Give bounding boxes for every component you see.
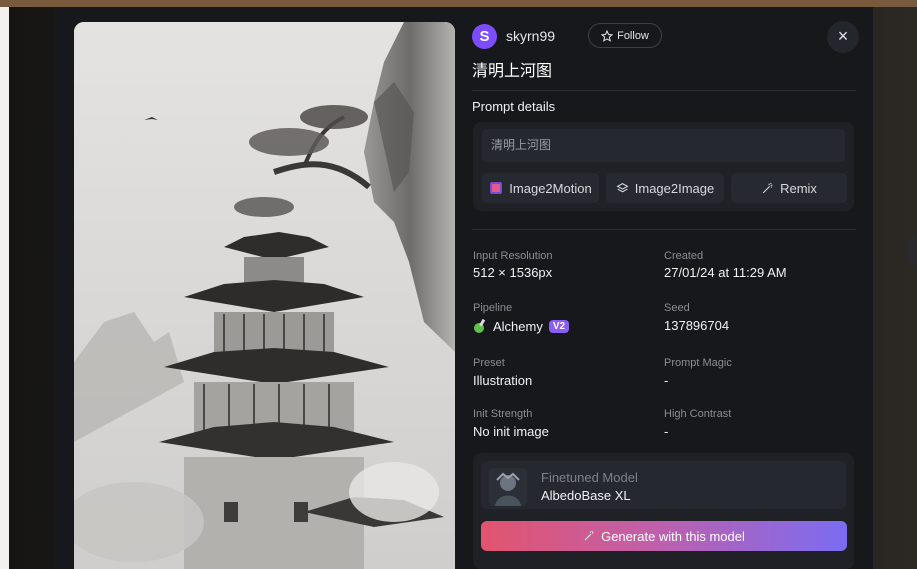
high-contrast-value: - xyxy=(664,424,669,439)
init-strength-value: No init image xyxy=(473,424,549,439)
film-icon xyxy=(490,182,503,194)
remix-label: Remix xyxy=(780,180,817,196)
init-strength-label: Init Strength xyxy=(473,408,533,420)
model-name: AlbedoBase XL xyxy=(541,488,631,503)
remix-button[interactable]: Remix xyxy=(731,173,847,203)
image-title: 清明上河图 xyxy=(472,61,553,80)
preset-label: Preset xyxy=(473,357,505,369)
close-button[interactable]: × xyxy=(827,21,859,53)
version-badge: V2 xyxy=(548,319,570,333)
star-icon xyxy=(601,29,614,42)
next-image-arrow[interactable] xyxy=(907,236,917,264)
follow-button[interactable]: Follow xyxy=(588,23,662,48)
pipeline-label: Pipeline xyxy=(473,302,513,314)
high-contrast-label: High Contrast xyxy=(664,408,732,420)
prompt-magic-value: - xyxy=(664,373,669,388)
image2image-button[interactable]: Image2Image xyxy=(606,173,724,203)
browser-top-strip xyxy=(0,0,917,7)
username[interactable]: skyrn99 xyxy=(506,28,555,44)
input-resolution-label: Input Resolution xyxy=(473,250,553,262)
model-label: Finetuned Model xyxy=(541,470,638,485)
image2motion-label: Image2Motion xyxy=(509,180,592,196)
follow-label: Follow xyxy=(617,29,649,42)
prompt-text[interactable]: 清明上河图 xyxy=(482,129,845,162)
pipeline-name: Alchemy xyxy=(493,318,543,334)
close-icon: × xyxy=(837,26,849,46)
image2image-label: Image2Image xyxy=(634,180,715,196)
magic-wand-icon xyxy=(584,530,594,541)
created-label: Created xyxy=(664,250,704,262)
preset-value: Illustration xyxy=(473,373,533,388)
model-avatar-image xyxy=(489,468,527,506)
generate-label: Generate with this model xyxy=(601,528,745,544)
layers-icon xyxy=(616,182,629,192)
prompt-details-heading: Prompt details xyxy=(472,99,556,114)
magic-wand-icon xyxy=(762,182,773,193)
image2motion-button[interactable]: Image2Motion xyxy=(482,173,599,203)
seed-label: Seed xyxy=(664,302,690,314)
finetuned-model-card: Finetuned Model AlbedoBase XL Generate w… xyxy=(473,453,854,569)
model-thumbnail xyxy=(489,468,527,506)
seed-value[interactable]: 137896704 xyxy=(664,318,729,333)
prompt-magic-label: Prompt Magic xyxy=(664,357,732,369)
potion-icon xyxy=(474,318,486,333)
generate-with-model-button[interactable]: Generate with this model xyxy=(481,521,847,551)
left-page-strip xyxy=(0,7,9,569)
details-panel: S skyrn99 Follow × 清明上河图 Prompt details … xyxy=(472,7,862,569)
divider xyxy=(472,229,856,230)
input-resolution-value: 512 × 1536px xyxy=(473,265,553,280)
pipeline-value: Alchemy V2 xyxy=(473,318,570,334)
divider xyxy=(472,90,856,91)
model-info[interactable]: Finetuned Model AlbedoBase XL xyxy=(481,461,846,509)
prompt-box: 清明上河图 Image2Motion Image2Image Remix xyxy=(473,122,854,211)
avatar[interactable]: S xyxy=(472,24,497,49)
ink-landscape-pagoda xyxy=(74,22,455,569)
created-value: 27/01/24 at 11:29 AM xyxy=(664,265,787,280)
generated-image[interactable] xyxy=(74,22,455,569)
